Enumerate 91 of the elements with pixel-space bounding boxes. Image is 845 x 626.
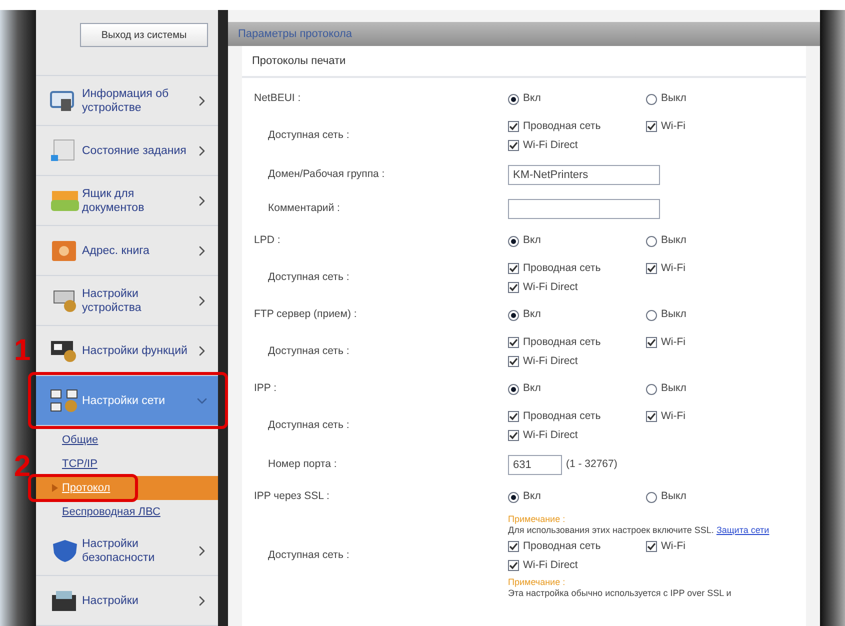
note-title: Примечание : [508,576,566,588]
radio-icon[interactable] [508,236,519,246]
sidebar-item[interactable]: Настройки [36,576,218,626]
radio-option[interactable]: Выкл [646,307,784,323]
sidebar-link[interactable]: Общие [62,432,98,448]
checkbox-option[interactable]: Wi-Fi [646,539,784,555]
sidebar-item[interactable]: Адрес. книга [36,226,218,276]
setting-label: Номер порта : [268,458,337,470]
radio-icon[interactable] [646,310,657,320]
checkbox-icon[interactable] [508,282,519,293]
radio-option[interactable]: Выкл [646,381,784,397]
sidebar-item[interactable]: Настройки безопасности [36,526,218,576]
checkbox-icon[interactable] [646,121,657,132]
setting-label: IPP : [254,382,277,394]
port-range: (1 - 32767) [566,457,618,472]
checkbox-option[interactable]: Проводная сеть [508,408,646,424]
port-field[interactable]: 631 [508,455,562,475]
radio-icon[interactable] [508,492,519,502]
note-title: Примечание : [508,514,566,525]
radio-option[interactable]: Вкл [508,489,646,505]
radio-icon[interactable] [508,94,519,104]
setting-label: LPD : [254,234,280,246]
checkbox-option[interactable]: Wi-Fi [646,260,784,276]
setting-label: Доступная сеть : [268,271,350,284]
section-title: Протоколы печати [252,54,346,69]
checkbox-icon[interactable] [508,411,519,422]
radio-option[interactable]: Выкл [646,489,784,505]
setting-label: Доступная сеть : [268,345,350,358]
tray-icon [50,188,80,212]
radio-icon[interactable] [646,236,657,246]
checkbox-icon[interactable] [646,541,657,552]
setting-label: Доступная сеть : [268,549,350,562]
checkbox-icon[interactable] [508,356,519,367]
setting-label: IPP через SSL : [254,490,330,502]
setting-label: FTP сервер (прием) : [254,308,357,320]
checkbox-icon[interactable] [508,541,519,552]
radio-option[interactable]: Вкл [508,233,646,249]
sidebar-link[interactable]: Беспроводная ЛВС [62,504,160,520]
panel-title: Параметры протокола [238,26,352,42]
checkbox-option[interactable]: Проводная сеть [508,260,646,276]
note-text: Для использования этих настроек включите SSL. Защита сети [508,525,770,536]
sidebar-link[interactable]: TCP/IP [62,456,98,472]
network-icon [50,388,80,412]
bullet-icon [52,484,58,492]
sidebar-item[interactable]: Состояние задания [36,126,218,176]
checkbox-icon[interactable] [646,411,657,422]
radio-option[interactable]: Вкл [508,91,646,107]
shield-icon [50,538,80,562]
setting-label: Комментарий : [268,202,340,214]
checkbox-option[interactable]: Проводная сеть [508,539,646,555]
radio-option[interactable]: Вкл [508,307,646,323]
security-link[interactable]: Защита сети [716,525,770,535]
radio-option[interactable]: Выкл [646,91,784,107]
checkbox-icon[interactable] [508,560,519,572]
checkbox-icon[interactable] [646,337,657,348]
checkbox-icon[interactable] [508,140,519,151]
sidebar-item[interactable]: Ящик для документов [36,176,218,226]
checkbox-icon[interactable] [508,337,519,348]
checkbox-option[interactable]: Проводная сеть [508,334,646,350]
logout-button[interactable]: Выход из системы [80,23,208,47]
text-field[interactable] [508,199,660,219]
checkbox-option[interactable]: Wi-Fi Direct [508,138,784,154]
checkbox-option[interactable]: Wi-Fi [646,408,784,424]
checkbox-option[interactable]: Проводная сеть [508,118,646,134]
checkbox-icon[interactable] [646,263,657,274]
setting-label: Домен/Рабочая группа : [268,168,385,180]
note-text: Эта настройка обычно используется с IPP over SSL и [508,588,732,598]
sidebar-item[interactable]: Настройки устройства [36,276,218,326]
text-field[interactable]: KM-NetPrinters [508,165,660,185]
checkbox-icon[interactable] [508,430,519,441]
setting-label: Доступная сеть : [268,129,350,142]
radio-icon[interactable] [646,94,657,104]
checkbox-option[interactable]: Wi-Fi [646,118,784,134]
radio-option[interactable]: Вкл [508,381,646,397]
radio-icon[interactable] [508,310,519,320]
radio-icon[interactable] [508,384,519,394]
radio-option[interactable]: Выкл [646,233,784,249]
step-number: 2 [14,452,31,482]
checkbox-option[interactable]: Wi-Fi Direct [508,428,784,444]
checkbox-option[interactable]: Wi-Fi Direct [508,280,784,296]
checkbox-option[interactable]: Wi-Fi Direct [508,354,784,370]
checkbox-icon[interactable] [508,263,519,274]
checkbox-icon[interactable] [508,121,519,132]
radio-icon[interactable] [646,492,657,502]
radio-icon[interactable] [646,384,657,394]
checkbox-option[interactable]: Wi-Fi [646,334,784,350]
setting-label: NetBEUI : [254,92,301,104]
setting-label: Доступная сеть : [268,419,350,432]
step-number: 1 [14,336,31,366]
checkbox-option[interactable]: Wi-Fi Direct [508,558,788,574]
sidebar-item[interactable]: Информация об устройстве [36,76,218,126]
